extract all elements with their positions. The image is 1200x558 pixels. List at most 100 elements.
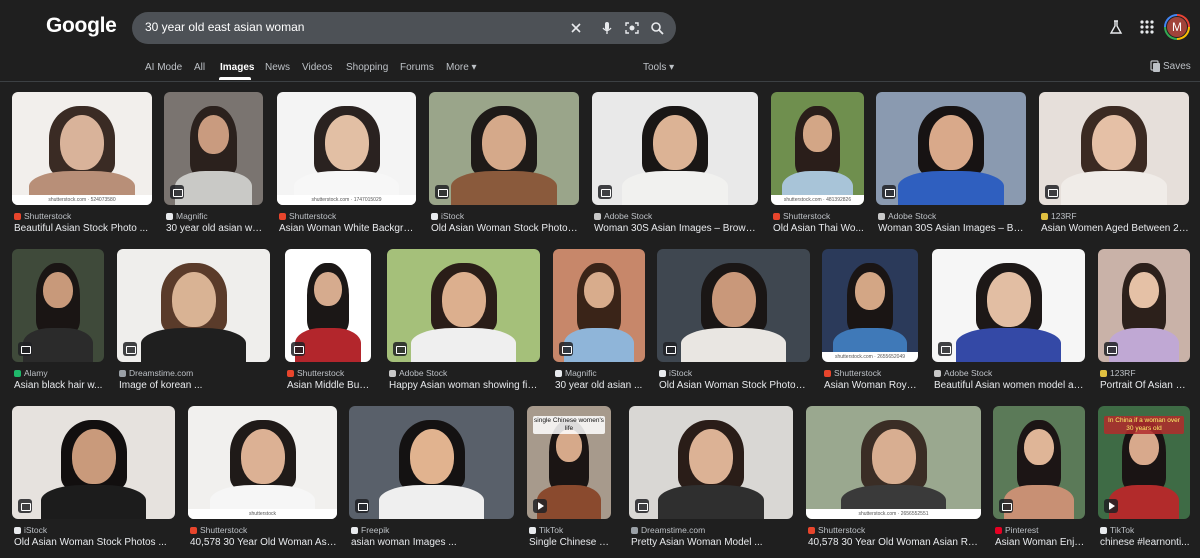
image-result-card[interactable]: Freepik asian woman Images ... <box>349 406 514 555</box>
result-source[interactable]: Adobe Stock <box>389 368 542 378</box>
result-title[interactable]: Image of korean ... <box>119 380 270 391</box>
image-result-card[interactable]: Adobe Stock Happy Asian woman showing fin… <box>387 249 540 398</box>
result-title[interactable]: Portrait Of Asian G... <box>1100 380 1190 391</box>
microphone-icon[interactable] <box>599 20 615 36</box>
tab-more[interactable]: More ▾ <box>446 62 477 73</box>
result-source[interactable]: 123RF <box>1041 211 1191 221</box>
image-result-card[interactable]: shutterstock.com · 481392826 Shutterstock… <box>771 92 864 241</box>
result-source[interactable]: Pinterest <box>995 525 1087 535</box>
result-thumbnail[interactable]: shutterstock.com · 481392826 <box>771 92 864 205</box>
result-source[interactable]: Shutterstock <box>14 211 154 221</box>
apps-grid-icon[interactable] <box>1138 18 1156 36</box>
result-thumbnail[interactable] <box>285 249 371 362</box>
result-source[interactable]: Shutterstock <box>287 368 373 378</box>
result-thumbnail[interactable] <box>349 406 514 519</box>
image-result-card[interactable]: shutterstock.com · 2655652049 Shutterstoc… <box>822 249 918 398</box>
tab-ai-mode[interactable]: AI Mode <box>145 62 182 73</box>
result-source[interactable]: TikTok <box>1100 525 1192 535</box>
image-result-card[interactable]: Magnific 30 year old asian wo... <box>164 92 263 241</box>
result-thumbnail[interactable]: In China if a woman over 30 years old <box>1098 406 1190 519</box>
result-title[interactable]: Old Asian Woman Stock Photos ... <box>14 537 175 548</box>
result-thumbnail[interactable] <box>629 406 793 519</box>
search-box[interactable]: 30 year old east asian woman <box>132 12 676 44</box>
image-result-card[interactable]: Adobe Stock Beautiful Asian women model a… <box>932 249 1085 398</box>
tab-shopping[interactable]: Shopping <box>346 62 388 73</box>
result-title[interactable]: Asian Middle Busin... <box>287 380 371 391</box>
image-result-card[interactable]: shutterstock Shutterstock 40,578 30 Year O… <box>188 406 337 555</box>
result-thumbnail[interactable] <box>117 249 270 362</box>
result-source[interactable]: Dreamstime.com <box>631 525 795 535</box>
result-title[interactable]: Single Chinese Wo... <box>529 537 611 548</box>
google-logo[interactable]: Google <box>46 14 117 38</box>
result-title[interactable]: Asian Woman Roya... <box>824 380 918 391</box>
clear-icon[interactable] <box>568 20 584 36</box>
result-source[interactable]: Adobe Stock <box>594 211 760 221</box>
result-title[interactable]: Pretty Asian Woman Model ... <box>631 537 793 548</box>
tab-videos[interactable]: Videos <box>302 62 332 73</box>
result-title[interactable]: Asian Woman White Backgrou... <box>279 223 416 234</box>
tools-button[interactable]: Tools ▾ <box>643 62 674 73</box>
result-source[interactable]: Shutterstock <box>808 525 983 535</box>
result-source[interactable]: TikTok <box>529 525 613 535</box>
result-title[interactable]: Woman 30S Asian Images – Browse ... <box>594 223 758 234</box>
result-thumbnail[interactable] <box>553 249 645 362</box>
result-source[interactable]: Shutterstock <box>190 525 339 535</box>
search-icon[interactable] <box>649 20 665 36</box>
result-source[interactable]: Freepik <box>351 525 516 535</box>
image-result-card[interactable]: shutterstock.com · 2656552551 Shutterstoc… <box>806 406 981 555</box>
image-result-card[interactable]: shutterstock.com · 1747015029 Shutterstoc… <box>277 92 416 241</box>
result-source[interactable]: 123RF <box>1100 368 1192 378</box>
result-title[interactable]: Beautiful Asian women model age... <box>934 380 1085 391</box>
result-title[interactable]: Old Asian Woman Stock Photos ... <box>431 223 579 234</box>
result-title[interactable]: Old Asian Thai Wo... <box>773 223 864 234</box>
result-source[interactable]: Shutterstock <box>824 368 920 378</box>
result-source[interactable]: Alamy <box>14 368 106 378</box>
labs-flask-icon[interactable] <box>1107 18 1125 36</box>
result-thumbnail[interactable] <box>932 249 1085 362</box>
result-title[interactable]: 30 year old asian ... <box>555 380 645 391</box>
result-source[interactable]: Magnific <box>555 368 647 378</box>
tab-news[interactable]: News <box>265 62 290 73</box>
result-thumbnail[interactable] <box>1039 92 1189 205</box>
image-result-card[interactable]: Adobe Stock Woman 30S Asian Images – Bro.… <box>876 92 1026 241</box>
image-result-card[interactable]: Dreamstime.com Image of korean ... <box>117 249 270 398</box>
result-title[interactable]: 30 year old asian wo... <box>166 223 263 234</box>
image-result-card[interactable]: iStock Old Asian Woman Stock Photos ... <box>657 249 810 398</box>
result-thumbnail[interactable] <box>1098 249 1190 362</box>
result-title[interactable]: Asian Women Aged Between 25-... <box>1041 223 1189 234</box>
result-title[interactable]: asian woman Images ... <box>351 537 514 548</box>
image-result-card[interactable]: Dreamstime.com Pretty Asian Woman Model .… <box>629 406 793 555</box>
image-result-card[interactable]: iStock Old Asian Woman Stock Photos ... <box>12 406 175 555</box>
result-title[interactable]: Beautiful Asian Stock Photo ... <box>14 223 152 234</box>
result-thumbnail[interactable] <box>657 249 810 362</box>
result-thumbnail[interactable] <box>12 249 104 362</box>
result-source[interactable]: iStock <box>14 525 177 535</box>
result-thumbnail[interactable]: shutterstock.com · 524073580 <box>12 92 152 205</box>
result-thumbnail[interactable]: shutterstock.com · 1747015029 <box>277 92 416 205</box>
image-result-card[interactable]: Alamy Asian black hair w... <box>12 249 104 398</box>
result-thumbnail[interactable] <box>876 92 1026 205</box>
result-title[interactable]: chinese #learnonti... <box>1100 537 1190 548</box>
result-title[interactable]: 40,578 30 Year Old Woman Asia... <box>190 537 337 548</box>
image-result-card[interactable]: 123RF Asian Women Aged Between 25-... <box>1039 92 1189 241</box>
saves-icon[interactable] <box>1149 60 1161 72</box>
tab-images[interactable]: Images <box>220 62 254 73</box>
result-thumbnail[interactable] <box>12 406 175 519</box>
result-thumbnail[interactable]: single Chinese women's life <box>527 406 611 519</box>
image-result-card[interactable]: single Chinese women's life TikTok Single … <box>527 406 611 555</box>
search-input[interactable]: 30 year old east asian woman <box>145 20 304 34</box>
result-thumbnail[interactable] <box>429 92 579 205</box>
result-source[interactable]: Magnific <box>166 211 265 221</box>
result-thumbnail[interactable] <box>592 92 758 205</box>
result-source[interactable]: Adobe Stock <box>934 368 1087 378</box>
image-result-card[interactable]: In China if a woman over 30 years old Tik… <box>1098 406 1190 555</box>
account-avatar[interactable]: M <box>1164 14 1190 40</box>
result-title[interactable]: Happy Asian woman showing fing... <box>389 380 540 391</box>
result-thumbnail[interactable] <box>164 92 263 205</box>
result-thumbnail[interactable] <box>993 406 1085 519</box>
image-result-card[interactable]: iStock Old Asian Woman Stock Photos ... <box>429 92 579 241</box>
tab-all[interactable]: All <box>194 62 205 73</box>
result-thumbnail[interactable]: shutterstock <box>188 406 337 519</box>
image-result-card[interactable]: Magnific 30 year old asian ... <box>553 249 645 398</box>
result-source[interactable]: iStock <box>431 211 581 221</box>
